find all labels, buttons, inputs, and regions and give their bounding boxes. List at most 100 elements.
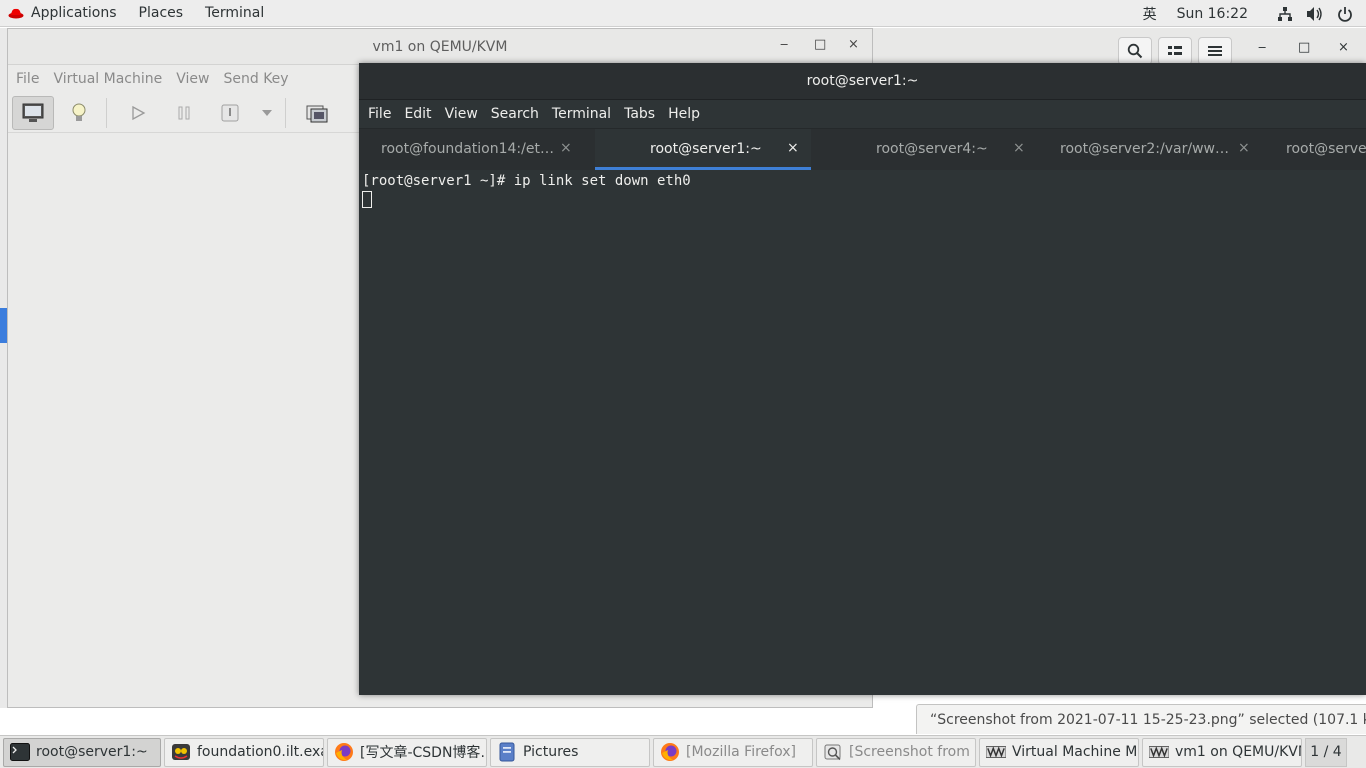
minimize-button[interactable]: ‒	[1258, 40, 1266, 55]
terminal-menu-help[interactable]: Help	[668, 106, 700, 122]
clock[interactable]: Sun 16:22	[1177, 6, 1248, 22]
toolbar-separator	[106, 97, 107, 128]
terminal-prompt-line	[362, 191, 1363, 209]
close-button[interactable]: ×	[1338, 40, 1349, 55]
workspace-pager[interactable]: 1 / 4	[1305, 737, 1347, 767]
task-screenshot[interactable]: [Screenshot from …	[816, 737, 976, 767]
background-window-header: ‒ □ ×	[872, 28, 1366, 68]
task-label: foundation0.ilt.exa…	[197, 744, 323, 760]
terminal-menu-edit[interactable]: Edit	[404, 106, 431, 122]
hamburger-menu-button[interactable]	[1198, 37, 1232, 65]
chevron-down-icon	[262, 109, 272, 116]
tab-label: root@serve	[1286, 141, 1366, 157]
snapshots-icon	[306, 105, 328, 122]
tab-close-button[interactable]: ×	[1238, 140, 1250, 156]
viewer-icon	[171, 742, 191, 762]
tab-server1[interactable]: root@server1:~ ×	[595, 129, 811, 170]
applications-label: Applications	[31, 5, 117, 21]
task-label: Pictures	[523, 744, 579, 760]
applications-menu[interactable]: Applications	[8, 5, 117, 21]
volume-icon[interactable]	[1306, 5, 1324, 23]
tab-label: root@server4:~	[876, 141, 988, 157]
toolbar-separator	[285, 97, 286, 128]
vm-minimize-button[interactable]: ‒	[780, 37, 788, 52]
vm-window-title: vm1 on QEMU/KVM	[372, 38, 508, 55]
task-label: [写文章-CSDN博客…	[360, 745, 487, 761]
details-view-button[interactable]	[58, 96, 100, 130]
hamburger-icon	[1208, 46, 1222, 56]
shutdown-dropdown[interactable]	[255, 96, 279, 130]
tab-server2[interactable]: root@server2:/var/ww… ×	[1036, 129, 1262, 170]
firefox-icon	[334, 742, 354, 762]
terminal-menubar: File Edit View Search Terminal Tabs Help	[359, 100, 1366, 129]
tab-close-button[interactable]: ×	[787, 140, 799, 156]
terminal-title: root@server1:~	[806, 73, 919, 89]
task-vm1-qemu[interactable]: vm1 on QEMU/KVM	[1142, 737, 1302, 767]
terminal-app-menu[interactable]: Terminal	[205, 5, 264, 21]
tab-close-button[interactable]: ×	[560, 140, 572, 156]
pause-button[interactable]	[163, 96, 205, 130]
terminal-tab-bar: root@foundation14:/et… × root@server1:~ …	[359, 129, 1366, 170]
task-root-server1[interactable]: root@server1:~	[3, 737, 161, 767]
window-list-bar: root@server1:~ foundation0.ilt.exa… [写文章…	[0, 735, 1366, 768]
task-label: root@server1:~	[36, 744, 148, 760]
task-csdn-firefox[interactable]: [写文章-CSDN博客…	[327, 737, 487, 767]
tab-server4[interactable]: root@server4:~ ×	[811, 129, 1036, 170]
monitor-icon	[22, 103, 44, 122]
vm-close-button[interactable]: ×	[848, 37, 859, 52]
vm-maximize-button[interactable]: □	[814, 37, 826, 52]
terminal-line: [root@server1 ~]# ip link set down eth0	[362, 173, 691, 189]
task-label: Virtual Machine Ma…	[1012, 744, 1138, 760]
virt-manager-icon	[986, 742, 1006, 762]
input-method-indicator[interactable]: 英	[1143, 4, 1157, 24]
task-label: vm1 on QEMU/KVM	[1175, 744, 1302, 760]
terminal-output[interactable]: [root@server1 ~]# ip link set down eth0	[359, 170, 1366, 695]
terminal-menu-search[interactable]: Search	[491, 106, 539, 122]
terminal-icon	[10, 742, 30, 762]
search-button[interactable]	[1118, 37, 1152, 65]
tab-close-button[interactable]: ×	[1013, 140, 1025, 156]
shutdown-button[interactable]	[209, 96, 251, 130]
task-label: [Screenshot from …	[849, 744, 976, 760]
network-icon[interactable]	[1276, 5, 1294, 23]
pause-icon	[178, 106, 190, 119]
vm-menu-view[interactable]: View	[176, 71, 209, 87]
lightbulb-icon	[72, 103, 86, 121]
tab-overflow[interactable]: root@serve	[1262, 129, 1366, 170]
list-view-icon	[1168, 46, 1182, 55]
terminal-window: root@server1:~ File Edit View Search Ter…	[359, 63, 1366, 695]
shutdown-icon	[221, 104, 239, 121]
terminal-menu-terminal[interactable]: Terminal	[552, 106, 611, 122]
task-label: [Mozilla Firefox]	[686, 744, 796, 760]
tab-foundation14[interactable]: root@foundation14:/et… ×	[359, 129, 595, 170]
terminal-titlebar[interactable]: root@server1:~	[359, 63, 1366, 100]
vm-menu-virtual-machine[interactable]: Virtual Machine	[53, 71, 162, 87]
snapshots-button[interactable]	[296, 96, 338, 130]
vm-titlebar[interactable]: vm1 on QEMU/KVM ‒ □ ×	[8, 29, 872, 65]
task-mozilla-firefox[interactable]: [Mozilla Firefox]	[653, 737, 813, 767]
terminal-menu-tabs[interactable]: Tabs	[624, 106, 655, 122]
task-foundation0[interactable]: foundation0.ilt.exa…	[164, 737, 324, 767]
power-icon[interactable]	[1336, 5, 1354, 23]
top-bar: Applications Places Terminal 英 Sun 16:22	[0, 0, 1366, 27]
console-view-button[interactable]	[12, 95, 54, 130]
terminal-menu-file[interactable]: File	[368, 106, 391, 122]
task-pictures[interactable]: Pictures	[490, 737, 650, 767]
view-toggle-button[interactable]	[1158, 37, 1192, 65]
play-icon	[132, 105, 146, 120]
terminal-menu-view[interactable]: View	[445, 106, 478, 122]
task-virt-manager[interactable]: Virtual Machine Ma…	[979, 737, 1139, 767]
tab-label: root@foundation14:/et…	[381, 141, 554, 157]
file-selection-status: “Screenshot from 2021-07-11 15-25-23.png…	[916, 704, 1366, 734]
tab-label: root@server1:~	[650, 141, 762, 157]
redhat-logo-icon	[8, 8, 24, 19]
run-button[interactable]	[117, 96, 159, 130]
maximize-button[interactable]: □	[1298, 40, 1310, 55]
files-icon	[497, 742, 517, 762]
virt-manager-icon	[1149, 742, 1169, 762]
vm-menu-file[interactable]: File	[16, 71, 39, 87]
screenshot-icon	[823, 742, 843, 762]
vm-menu-send-key[interactable]: Send Key	[223, 71, 288, 87]
text-cursor	[362, 191, 372, 208]
places-menu[interactable]: Places	[139, 5, 184, 21]
